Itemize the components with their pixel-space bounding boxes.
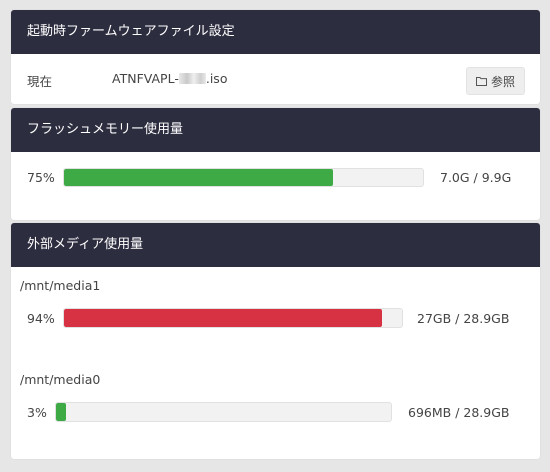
media0-usage-amount: 696MB / 28.9GB [408, 405, 510, 420]
flash-memory-panel: フラッシュメモリー使用量 75% 7.0G / 9.9G [11, 108, 540, 220]
flash-usage-percent: 75% [27, 170, 55, 185]
current-firmware-filename: ATNFVAPL- .iso [112, 71, 227, 86]
flash-memory-panel-title: フラッシュメモリー使用量 [11, 108, 540, 152]
firmware-filename-suffix: .iso [205, 71, 228, 86]
media1-usage-bar [63, 308, 403, 328]
external-media-panel: 外部メディア使用量 /mnt/media1 94% 27GB / 28.9GB … [11, 223, 540, 459]
current-label: 現在 [27, 74, 53, 89]
folder-icon [475, 77, 487, 86]
boot-firmware-panel: 起動時ファームウェアファイル設定 現在 ATNFVAPL- .iso 参照 [11, 10, 540, 104]
firmware-filename-prefix: ATNFVAPL- [112, 71, 179, 86]
boot-firmware-panel-title: 起動時ファームウェアファイル設定 [11, 10, 540, 54]
media0-usage-bar-fill [56, 403, 67, 421]
redacted-version-mask [178, 73, 206, 84]
media0-mount-path: /mnt/media0 [20, 372, 101, 387]
flash-usage-amount: 7.0G / 9.9G [440, 170, 512, 185]
media1-usage-bar-fill [64, 309, 382, 327]
media1-mount-path: /mnt/media1 [20, 278, 101, 293]
media1-usage-percent: 94% [27, 311, 55, 326]
browse-button[interactable]: 参照 [466, 67, 525, 95]
media0-usage-percent: 3% [27, 405, 47, 420]
media1-usage-amount: 27GB / 28.9GB [417, 311, 510, 326]
flash-usage-bar-fill [64, 169, 334, 186]
media0-usage-bar [55, 402, 392, 422]
browse-button-label: 参照 [490, 74, 515, 89]
external-media-panel-title: 外部メディア使用量 [11, 223, 540, 267]
flash-usage-bar [63, 168, 424, 187]
